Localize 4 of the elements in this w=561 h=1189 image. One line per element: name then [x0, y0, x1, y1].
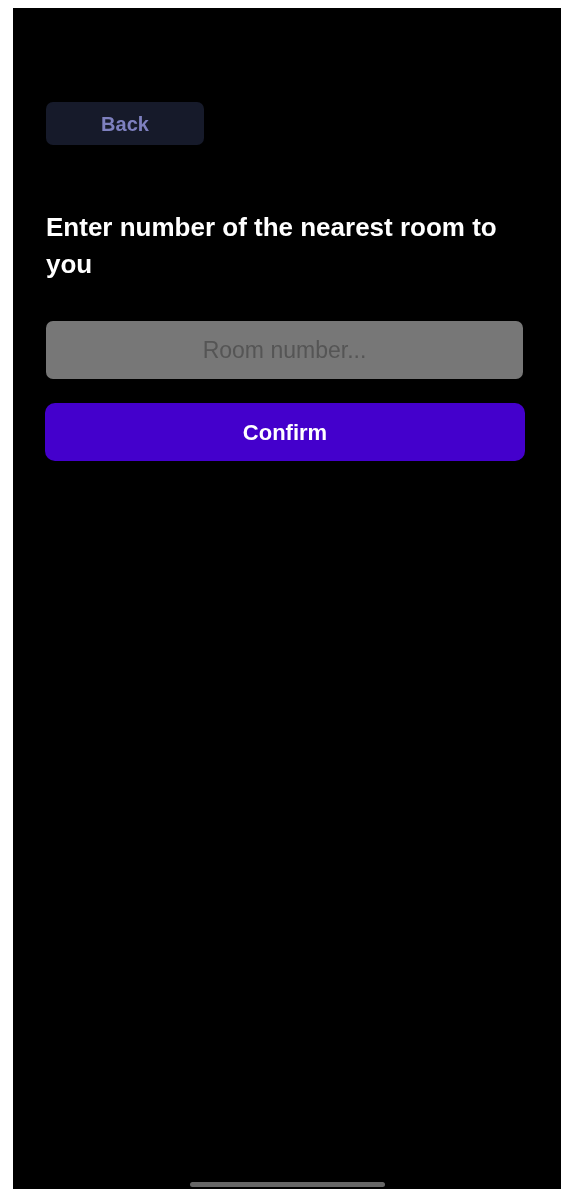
heading: Enter number of the nearest room to you [46, 211, 498, 281]
confirm-button[interactable]: Confirm [45, 403, 525, 461]
back-button[interactable]: Back [46, 102, 204, 145]
home-indicator[interactable] [190, 1182, 385, 1187]
